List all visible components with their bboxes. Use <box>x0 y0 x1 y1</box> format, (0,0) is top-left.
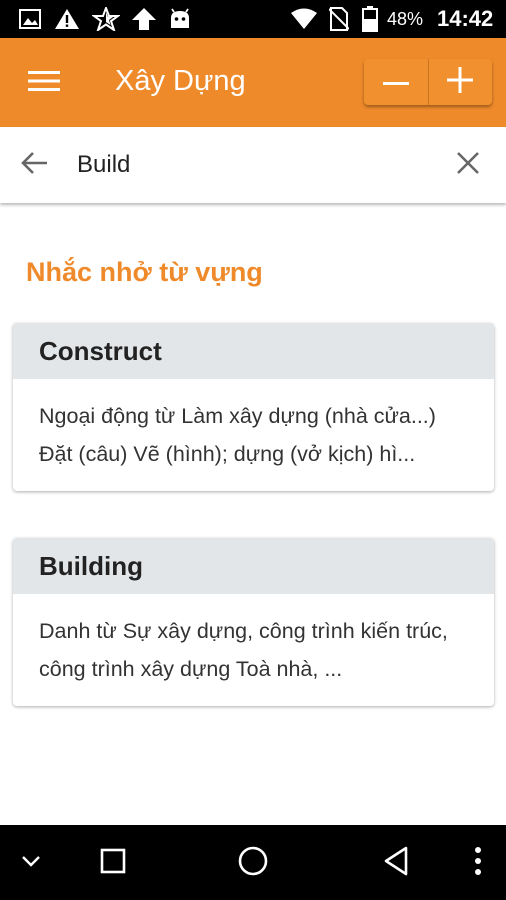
menu-button[interactable] <box>18 63 70 103</box>
zoom-in-button[interactable] <box>429 59 493 105</box>
no-sim-icon <box>328 7 350 31</box>
image-icon <box>18 7 42 31</box>
zoom-controls <box>364 59 492 105</box>
home-button[interactable] <box>234 843 272 883</box>
battery-icon <box>360 6 380 32</box>
back-button[interactable] <box>378 843 414 883</box>
app-bar: Xây Dựng <box>0 38 506 127</box>
menu-icon <box>28 69 60 98</box>
upload-icon <box>130 7 158 31</box>
arrow-back-icon <box>20 151 48 180</box>
vocab-card-definition: Danh từ Sự xây dựng, công trình kiến trú… <box>39 619 448 681</box>
chevron-down-icon <box>21 854 41 872</box>
recents-icon <box>100 848 126 879</box>
search-bar <box>0 127 506 203</box>
vocab-card-word: Construct <box>13 323 494 379</box>
vocab-card-word: Building <box>13 538 494 594</box>
recents-button[interactable] <box>95 843 131 883</box>
plus-icon <box>447 66 474 98</box>
zoom-out-button[interactable] <box>364 59 428 105</box>
vocab-card-definition: Ngoại động từ Làm xây dựng (nhà cửa...) … <box>39 404 436 466</box>
wifi-icon <box>290 7 318 31</box>
navigation-bar <box>0 825 506 900</box>
warning-icon <box>54 7 80 31</box>
close-icon <box>457 151 479 179</box>
search-clear-button[interactable] <box>448 145 488 185</box>
more-button[interactable] <box>466 843 490 883</box>
search-input[interactable] <box>77 149 407 181</box>
minus-icon <box>382 73 409 91</box>
section-title: Nhắc nhở từ vựng <box>26 257 263 287</box>
home-icon <box>237 845 269 882</box>
star-icon <box>92 7 120 31</box>
status-time: 14:42 <box>437 6 494 31</box>
search-back-button[interactable] <box>14 145 54 185</box>
status-bar: 48% 14:42 <box>0 0 506 38</box>
vocab-card[interactable]: Construct Ngoại động từ Làm xây dựng (nh… <box>13 323 494 491</box>
back-icon <box>383 846 409 881</box>
android-icon <box>168 7 192 31</box>
battery-percent: 48% <box>387 9 424 29</box>
more-icon <box>474 846 482 881</box>
vocab-card[interactable]: Building Danh từ Sự xây dựng, công trình… <box>13 538 494 706</box>
hide-keyboard-button[interactable] <box>16 843 46 883</box>
app-title: Xây Dựng <box>115 65 246 97</box>
